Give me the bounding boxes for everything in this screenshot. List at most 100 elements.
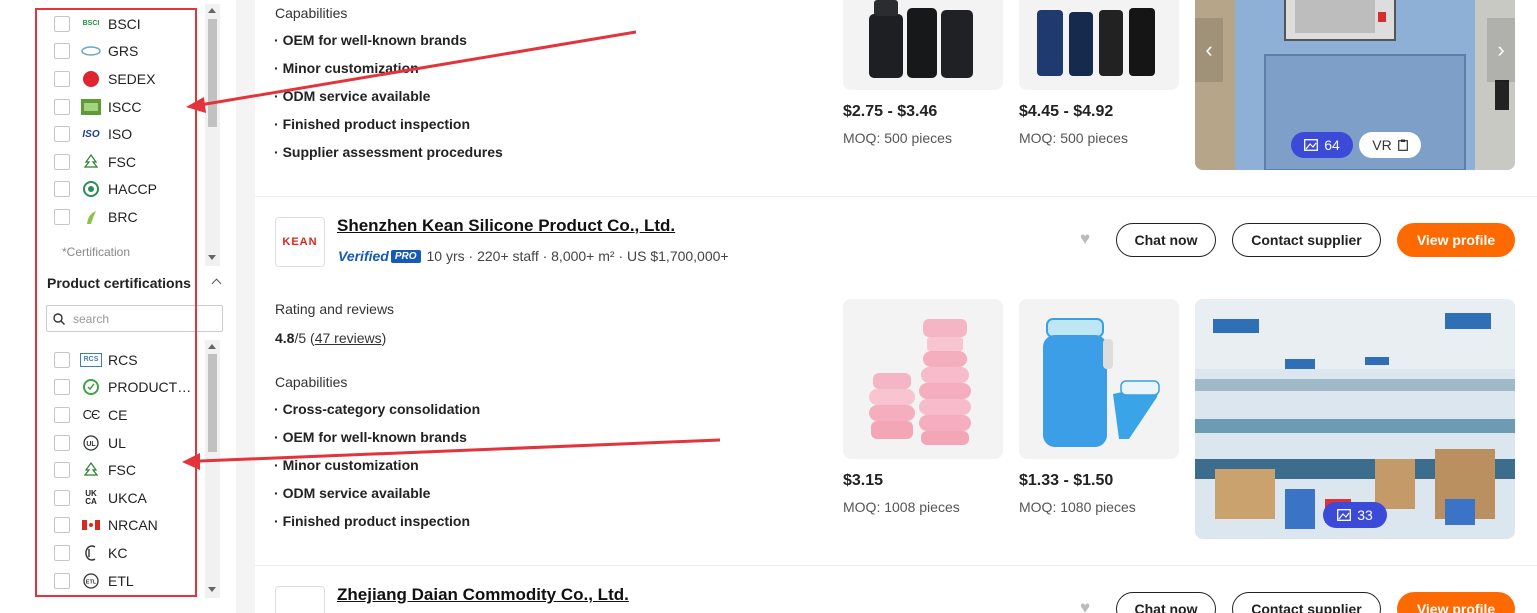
- cert-option-haccp[interactable]: HACCP: [54, 176, 157, 204]
- cert-option-ukca[interactable]: UK CA UKCA: [54, 484, 191, 512]
- checkbox[interactable]: [54, 489, 70, 506]
- cert-option-grs[interactable]: GRS: [54, 38, 157, 66]
- next-image-arrow-icon[interactable]: ›: [1487, 18, 1515, 82]
- prev-image-arrow-icon[interactable]: ‹: [1195, 18, 1223, 82]
- svg-text:UL: UL: [86, 441, 96, 448]
- checkbox[interactable]: [54, 351, 70, 368]
- cert-option-sedex[interactable]: SEDEX: [54, 65, 157, 93]
- cert-option-rcs[interactable]: RCS RCS: [54, 346, 191, 374]
- checkbox[interactable]: [54, 379, 70, 396]
- capability-item: Finished product inspection: [274, 110, 503, 138]
- iscc-logo-icon: [80, 98, 102, 115]
- heart-icon[interactable]: ♥: [1080, 229, 1090, 249]
- image-icon: [1304, 139, 1319, 151]
- ul-logo-icon: UL: [80, 434, 102, 451]
- view-profile-button[interactable]: View profile: [1397, 223, 1515, 257]
- checkbox[interactable]: [54, 434, 70, 451]
- cert-option-ul[interactable]: UL UL: [54, 429, 191, 457]
- checkbox[interactable]: [54, 406, 70, 423]
- scroll-down-arrow-icon[interactable]: [208, 255, 216, 260]
- fsc-tree-icon: [80, 153, 102, 170]
- svg-text:ETL: ETL: [86, 579, 97, 585]
- photo-count-badge[interactable]: 33: [1323, 502, 1387, 528]
- checkbox[interactable]: [54, 43, 70, 60]
- reviews-link[interactable]: 47 reviews: [315, 330, 382, 346]
- company-name-link[interactable]: Shenzhen Kean Silicone Product Co., Ltd.: [337, 216, 675, 236]
- cert-option-ce[interactable]: CЄ CE: [54, 401, 191, 429]
- cert-option-bsci[interactable]: BSCI BSCI: [54, 10, 157, 38]
- contact-supplier-button[interactable]: Contact supplier: [1232, 592, 1381, 613]
- product-moq: MOQ: 500 pieces: [843, 130, 952, 146]
- capability-item: OEM for well-known brands: [274, 423, 480, 451]
- collapse-chevron-icon[interactable]: [211, 278, 222, 289]
- cert-option-iscc[interactable]: ISCC: [54, 93, 157, 121]
- cert-option-brc[interactable]: BRC: [54, 203, 157, 231]
- checkbox[interactable]: [54, 70, 70, 87]
- scroll-down-arrow-icon[interactable]: [208, 587, 216, 592]
- checkbox[interactable]: [54, 98, 70, 115]
- pink-collapsible-bottles-image: [869, 319, 971, 445]
- cert-label: NRCAN: [108, 517, 158, 534]
- cert-option-kc[interactable]: KC: [54, 539, 191, 567]
- capability-item: Finished product inspection: [274, 507, 480, 535]
- company-logo[interactable]: KEAN: [275, 217, 325, 267]
- checkbox[interactable]: [54, 462, 70, 479]
- cert-option-iso[interactable]: ISO ISO: [54, 120, 157, 148]
- cert-label: BRC: [108, 208, 138, 225]
- cert-label: KC: [108, 544, 128, 561]
- view-profile-button[interactable]: View profile: [1397, 592, 1515, 613]
- water-bottles-image: [1037, 8, 1155, 76]
- filter-sidebar: BSCI BSCI GRS SEDEX ISCC ISO ISO FSC HAC…: [0, 0, 236, 613]
- factory-image[interactable]: 33: [1195, 299, 1515, 539]
- product-image[interactable]: [843, 0, 1003, 90]
- cert-option-fsc-product[interactable]: FSC: [54, 456, 191, 484]
- product-cert-scrollbar[interactable]: [205, 340, 220, 598]
- checkbox[interactable]: [54, 208, 70, 225]
- cert-option-fsc[interactable]: FSC: [54, 148, 157, 176]
- company-stats: 10 yrs · 220+ staff · 8,000+ m² · US $1,…: [426, 248, 729, 264]
- cert-search-input[interactable]: [73, 311, 213, 326]
- cert-label: ISCC: [108, 98, 142, 115]
- checkbox[interactable]: [54, 15, 70, 32]
- cert-search-box[interactable]: [46, 305, 223, 332]
- capabilities-list: OEM for well-known brands Minor customiz…: [274, 26, 503, 166]
- checkbox[interactable]: [54, 544, 70, 561]
- scroll-up-arrow-icon[interactable]: [208, 344, 216, 349]
- scrollbar-thumb[interactable]: [208, 19, 217, 127]
- cert-option-product[interactable]: PRODUCT…: [54, 374, 191, 402]
- cert-option-nrcan[interactable]: NRCAN: [54, 512, 191, 540]
- sedex-logo-icon: [80, 70, 102, 87]
- vr-tour-badge[interactable]: VR: [1359, 132, 1421, 158]
- capability-item: ODM service available: [274, 479, 480, 507]
- cert-option-etl[interactable]: ETL ETL: [54, 567, 191, 595]
- product-image[interactable]: [1019, 0, 1179, 90]
- contact-supplier-button[interactable]: Contact supplier: [1232, 223, 1381, 257]
- chat-now-button[interactable]: Chat now: [1116, 223, 1216, 257]
- clipboard-icon: [1397, 139, 1408, 151]
- scrollbar-thumb[interactable]: [208, 354, 217, 452]
- cert-label: GRS: [108, 43, 139, 60]
- checkbox[interactable]: [54, 181, 70, 198]
- cert-label: BSCI: [108, 15, 141, 32]
- checkbox[interactable]: [54, 153, 70, 170]
- etl-logo-icon: ETL: [80, 572, 102, 589]
- product-moq: MOQ: 500 pieces: [1019, 130, 1128, 146]
- factory-image[interactable]: ‹ › 64 VR: [1195, 0, 1515, 170]
- scroll-up-arrow-icon[interactable]: [208, 8, 216, 13]
- image-icon: [1337, 509, 1352, 521]
- chat-now-button[interactable]: Chat now: [1116, 592, 1216, 613]
- blue-silicone-bottles-image: [1043, 318, 1160, 447]
- product-image[interactable]: [1019, 299, 1179, 459]
- rcs-logo-icon: RCS: [80, 352, 102, 367]
- capabilities-label: Capabilities: [275, 374, 348, 390]
- vr-label: VR: [1372, 137, 1392, 153]
- cert-list-scrollbar[interactable]: [205, 4, 220, 266]
- company-name-link[interactable]: Zhejiang Daian Commodity Co., Ltd.: [337, 585, 629, 605]
- checkbox[interactable]: [54, 126, 70, 143]
- photo-count-badge[interactable]: 64: [1291, 132, 1353, 158]
- checkbox[interactable]: [54, 517, 70, 534]
- checkbox[interactable]: [54, 572, 70, 589]
- product-image[interactable]: [843, 299, 1003, 459]
- company-logo[interactable]: [275, 586, 325, 613]
- heart-icon[interactable]: ♥: [1080, 598, 1090, 613]
